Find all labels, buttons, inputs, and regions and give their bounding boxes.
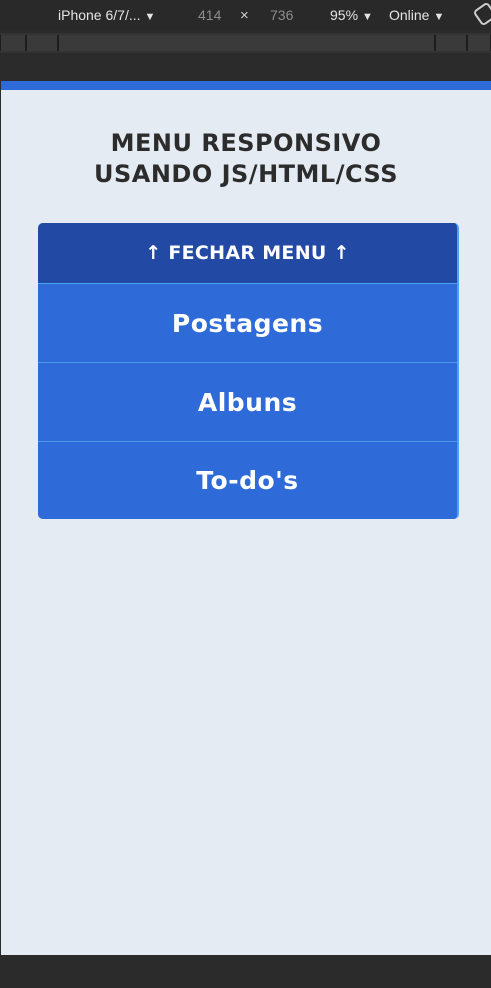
close-menu-button[interactable]: ↑ FECHAR MENU ↑ xyxy=(38,223,457,283)
devtools-bottom-strip xyxy=(0,955,491,988)
device-selector[interactable]: iPhone 6/7/... ▼ xyxy=(58,6,155,26)
media-query-bar xyxy=(0,33,491,53)
times-icon: × xyxy=(240,7,249,24)
media-query-segment[interactable] xyxy=(435,35,467,51)
device-label: iPhone 6/7/... xyxy=(58,7,141,23)
menu-item-albuns[interactable]: Albuns xyxy=(38,362,457,441)
chevron-down-icon: ▼ xyxy=(362,11,373,23)
width-input[interactable]: 414 xyxy=(198,6,221,24)
toolbar-gap xyxy=(0,53,491,81)
rotate-icon[interactable] xyxy=(472,1,491,27)
network-label: Online xyxy=(389,7,430,23)
responsive-menu: ↑ FECHAR MENU ↑ Postagens Albuns To-do's xyxy=(38,223,459,519)
media-query-segment[interactable] xyxy=(58,35,435,51)
page-title-line2: USANDO JS/HTML/CSS xyxy=(93,160,399,188)
page-title: MENU RESPONSIVO USANDO JS/HTML/CSS xyxy=(1,128,491,190)
device-toolbar: iPhone 6/7/... ▼ 414 × 736 95% ▼ Online ▼ xyxy=(0,0,491,31)
zoom-label: 95% xyxy=(330,7,359,23)
menu-item-todos[interactable]: To-do's xyxy=(38,441,457,519)
chevron-down-icon: ▼ xyxy=(144,11,156,23)
network-throttle-selector[interactable]: Online ▼ xyxy=(389,6,444,26)
zoom-selector[interactable]: 95% ▼ xyxy=(330,6,373,26)
height-input[interactable]: 736 xyxy=(270,6,293,24)
media-query-segment[interactable] xyxy=(467,35,491,51)
menu-item-postagens[interactable]: Postagens xyxy=(38,283,457,362)
chevron-down-icon: ▼ xyxy=(433,11,445,23)
device-viewport: MENU RESPONSIVO USANDO JS/HTML/CSS ↑ FEC… xyxy=(1,81,491,955)
page-title-line1: MENU RESPONSIVO xyxy=(110,129,382,157)
media-query-segment[interactable] xyxy=(26,35,58,51)
media-query-segment[interactable] xyxy=(0,35,26,51)
